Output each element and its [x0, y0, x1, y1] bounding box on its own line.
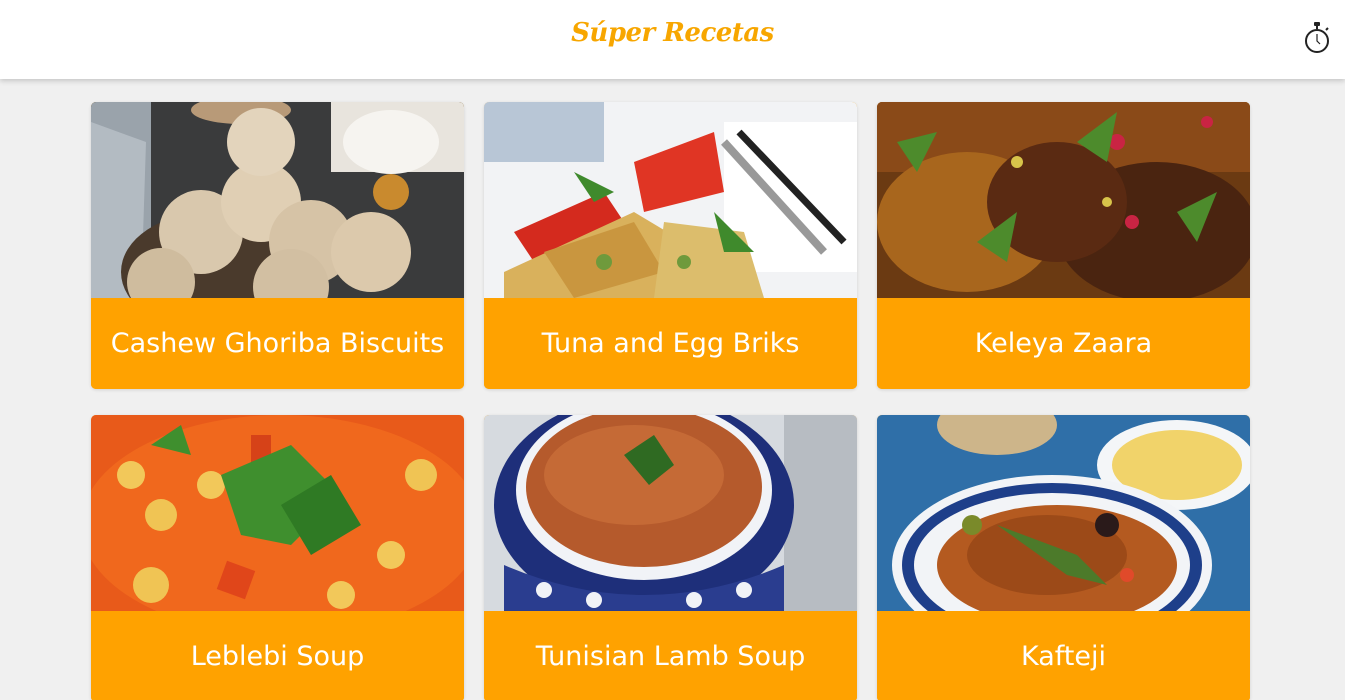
- recipe-card[interactable]: Keleya Zaara: [877, 102, 1250, 389]
- recipe-title: Tunisian Lamb Soup: [484, 611, 857, 700]
- ghoriba-biscuits-photo: [91, 102, 464, 298]
- recipe-title: Leblebi Soup: [91, 611, 464, 700]
- recipe-card[interactable]: Tunisian Lamb Soup: [484, 415, 857, 700]
- recipe-title: Tuna and Egg Briks: [484, 298, 857, 389]
- recipe-card[interactable]: Leblebi Soup: [91, 415, 464, 700]
- recipe-grid: Cashew Ghoriba Biscuits Tuna and Egg Bri…: [91, 102, 1250, 700]
- app-header: Súper Recetas: [0, 0, 1345, 79]
- recipe-card[interactable]: Kafteji: [877, 415, 1250, 700]
- recipe-card[interactable]: Cashew Ghoriba Biscuits: [91, 102, 464, 389]
- app-logo[interactable]: Súper Recetas: [0, 18, 1345, 48]
- leblebi-soup-photo: [91, 415, 464, 611]
- egg-briks-photo: [484, 102, 857, 298]
- lamb-soup-photo: [484, 415, 857, 611]
- keleya-zaara-photo: [877, 102, 1250, 298]
- recipe-title: Keleya Zaara: [877, 298, 1250, 389]
- stopwatch-icon[interactable]: [1301, 20, 1333, 58]
- recipe-title: Cashew Ghoriba Biscuits: [91, 298, 464, 389]
- kafteji-photo: [877, 415, 1250, 611]
- recipe-title: Kafteji: [877, 611, 1250, 700]
- recipe-card[interactable]: Tuna and Egg Briks: [484, 102, 857, 389]
